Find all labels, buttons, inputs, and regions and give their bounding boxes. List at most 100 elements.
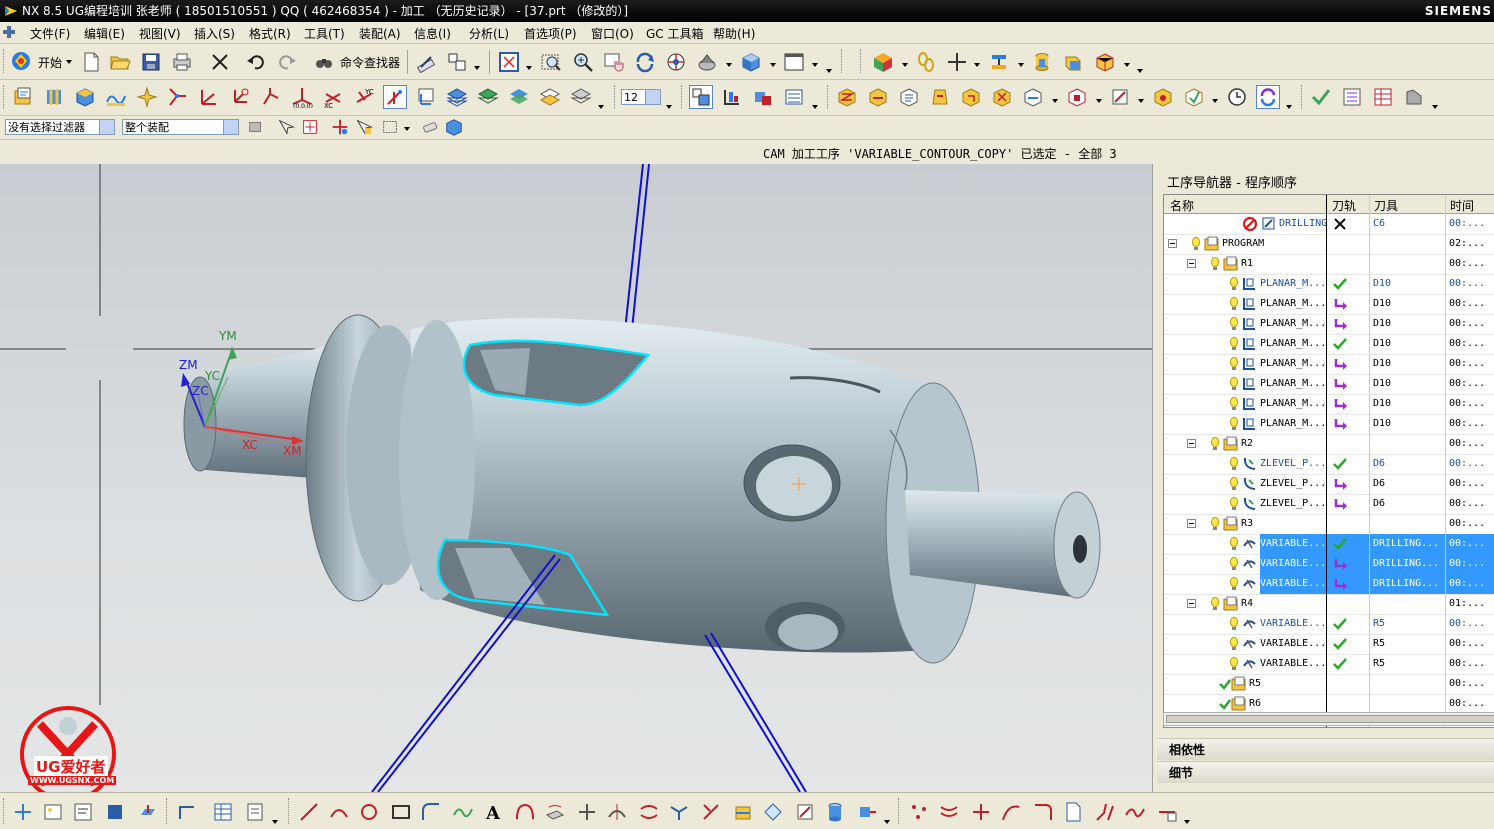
menu-tools[interactable]: 工具(T) xyxy=(304,25,345,42)
collapse-toggle-icon[interactable] xyxy=(1168,239,1177,248)
object-list-icon[interactable] xyxy=(1341,86,1363,108)
wire-cube-icon[interactable] xyxy=(1094,51,1116,73)
pen-edit-icon[interactable] xyxy=(415,51,437,73)
insert-point-icon[interactable] xyxy=(12,801,34,823)
tool-path-icon[interactable] xyxy=(167,86,189,108)
chevron-down-icon[interactable] xyxy=(1184,819,1190,825)
plane-icon[interactable] xyxy=(970,801,992,823)
csys-icon[interactable] xyxy=(229,86,251,108)
yc-axis-icon[interactable]: YC xyxy=(353,86,375,108)
fillet-icon[interactable] xyxy=(420,801,442,823)
menu-file[interactable]: 文件(F) xyxy=(30,25,70,42)
table-icon[interactable] xyxy=(212,801,234,823)
selection-options-icon[interactable] xyxy=(246,117,266,137)
arrow-select-icon[interactable] xyxy=(354,117,374,137)
menu-assembly[interactable]: 装配(A) xyxy=(359,25,401,42)
type-filter-select[interactable]: 没有选择过滤器 xyxy=(5,119,115,135)
scope-select[interactable]: 整个装配 xyxy=(122,119,239,135)
create-operation-icon[interactable] xyxy=(136,86,158,108)
chevron-down-icon[interactable] xyxy=(1212,98,1218,104)
crosshair-icon[interactable] xyxy=(946,51,968,73)
arc-icon[interactable] xyxy=(328,801,350,823)
extract-curve-icon[interactable] xyxy=(700,801,722,823)
create-tool-icon[interactable] xyxy=(43,86,65,108)
chevron-down-icon[interactable] xyxy=(404,126,410,132)
divide-curve-icon[interactable] xyxy=(606,801,628,823)
layer-visible-icon[interactable] xyxy=(477,86,499,108)
parts-list-icon[interactable] xyxy=(244,801,266,823)
generate-path-icon[interactable] xyxy=(836,86,858,108)
render-style-icon[interactable] xyxy=(696,51,718,73)
zoom-window-icon[interactable] xyxy=(540,51,562,73)
section-curve-icon[interactable] xyxy=(732,801,754,823)
refresh-icon[interactable] xyxy=(1256,85,1280,109)
menu-edit[interactable]: 编辑(E) xyxy=(84,25,125,42)
collapse-toggle-icon[interactable] xyxy=(1187,599,1196,608)
line-icon[interactable] xyxy=(298,801,320,823)
extrude-icon[interactable] xyxy=(136,801,158,823)
open-folder-icon[interactable] xyxy=(109,51,131,73)
wcs-icon[interactable] xyxy=(988,51,1010,73)
fit-view-icon[interactable] xyxy=(498,51,520,73)
chevron-down-icon[interactable] xyxy=(884,819,890,825)
chevron-down-icon[interactable] xyxy=(526,65,532,71)
delete-icon[interactable] xyxy=(209,51,231,73)
create-geometry-icon[interactable] xyxy=(74,86,96,108)
create-method-icon[interactable] xyxy=(105,86,127,108)
chevron-down-icon[interactable] xyxy=(902,62,908,68)
chevron-down-icon[interactable] xyxy=(666,104,672,110)
chevron-down-icon[interactable] xyxy=(726,62,732,68)
shaded-cube-icon[interactable] xyxy=(740,51,762,73)
menu-help[interactable]: 帮助(H) xyxy=(713,25,755,42)
geometry-view-icon[interactable] xyxy=(752,86,774,108)
curve-fit-icon[interactable] xyxy=(1000,801,1022,823)
create-program-icon[interactable] xyxy=(12,86,34,108)
details-panel[interactable]: 细节 xyxy=(1157,761,1494,783)
csys-dialog-icon[interactable] xyxy=(415,86,437,108)
navigator-scrollbar[interactable] xyxy=(1163,712,1494,726)
chevron-down-icon[interactable] xyxy=(272,819,278,825)
simulate-machine-icon[interactable] xyxy=(960,86,982,108)
cylinder-icon[interactable] xyxy=(824,801,846,823)
copy-to-layer-icon[interactable] xyxy=(539,86,561,108)
collapse-toggle-icon[interactable] xyxy=(1187,259,1196,268)
chevron-down-icon[interactable] xyxy=(974,62,980,68)
transform-object-icon[interactable] xyxy=(1109,86,1131,108)
pointer-select-icon[interactable] xyxy=(276,117,296,137)
zoom-icon[interactable] xyxy=(572,51,594,73)
machine-icon[interactable] xyxy=(1403,86,1425,108)
circle-icon[interactable] xyxy=(358,801,380,823)
chevron-down-icon[interactable] xyxy=(1124,62,1130,68)
snap-point-icon[interactable] xyxy=(300,117,320,137)
chevron-down-icon[interactable] xyxy=(812,62,818,68)
point-set-icon[interactable] xyxy=(908,801,930,823)
list-path-icon[interactable] xyxy=(898,86,920,108)
check-mark-icon[interactable] xyxy=(1310,86,1332,108)
offset-curve-icon[interactable] xyxy=(514,801,536,823)
point-snap-icon[interactable] xyxy=(330,117,350,137)
join-curve-icon[interactable] xyxy=(668,801,690,823)
helix-icon[interactable] xyxy=(938,801,960,823)
method-view-icon[interactable] xyxy=(783,86,805,108)
machine-tool-view-icon[interactable] xyxy=(721,86,743,108)
body-select-icon[interactable] xyxy=(444,117,464,137)
xc-axis-icon[interactable]: XC xyxy=(322,86,344,108)
redo-icon[interactable] xyxy=(276,51,298,73)
text-note-icon[interactable] xyxy=(72,801,94,823)
menu-analysis[interactable]: 分析(L) xyxy=(469,25,509,42)
feature-recognize-icon[interactable] xyxy=(1183,86,1205,108)
block-icon[interactable] xyxy=(104,801,126,823)
chamfer-curve-icon[interactable] xyxy=(1094,801,1116,823)
postprocess-icon[interactable] xyxy=(1022,86,1044,108)
part-model[interactable] xyxy=(0,164,1152,792)
chevron-down-icon[interactable] xyxy=(1018,62,1024,68)
col-time-header[interactable]: 时间 xyxy=(1450,197,1474,214)
rectangle-icon[interactable] xyxy=(390,801,412,823)
move-to-layer-icon[interactable] xyxy=(508,86,530,108)
background-icon[interactable] xyxy=(783,51,805,73)
insert-image-icon[interactable] xyxy=(42,801,64,823)
collapse-toggle-icon[interactable] xyxy=(1187,519,1196,528)
cylinder-stack-icon[interactable] xyxy=(1031,51,1053,73)
document-icon[interactable] xyxy=(1062,801,1084,823)
conic-icon[interactable] xyxy=(1124,801,1146,823)
